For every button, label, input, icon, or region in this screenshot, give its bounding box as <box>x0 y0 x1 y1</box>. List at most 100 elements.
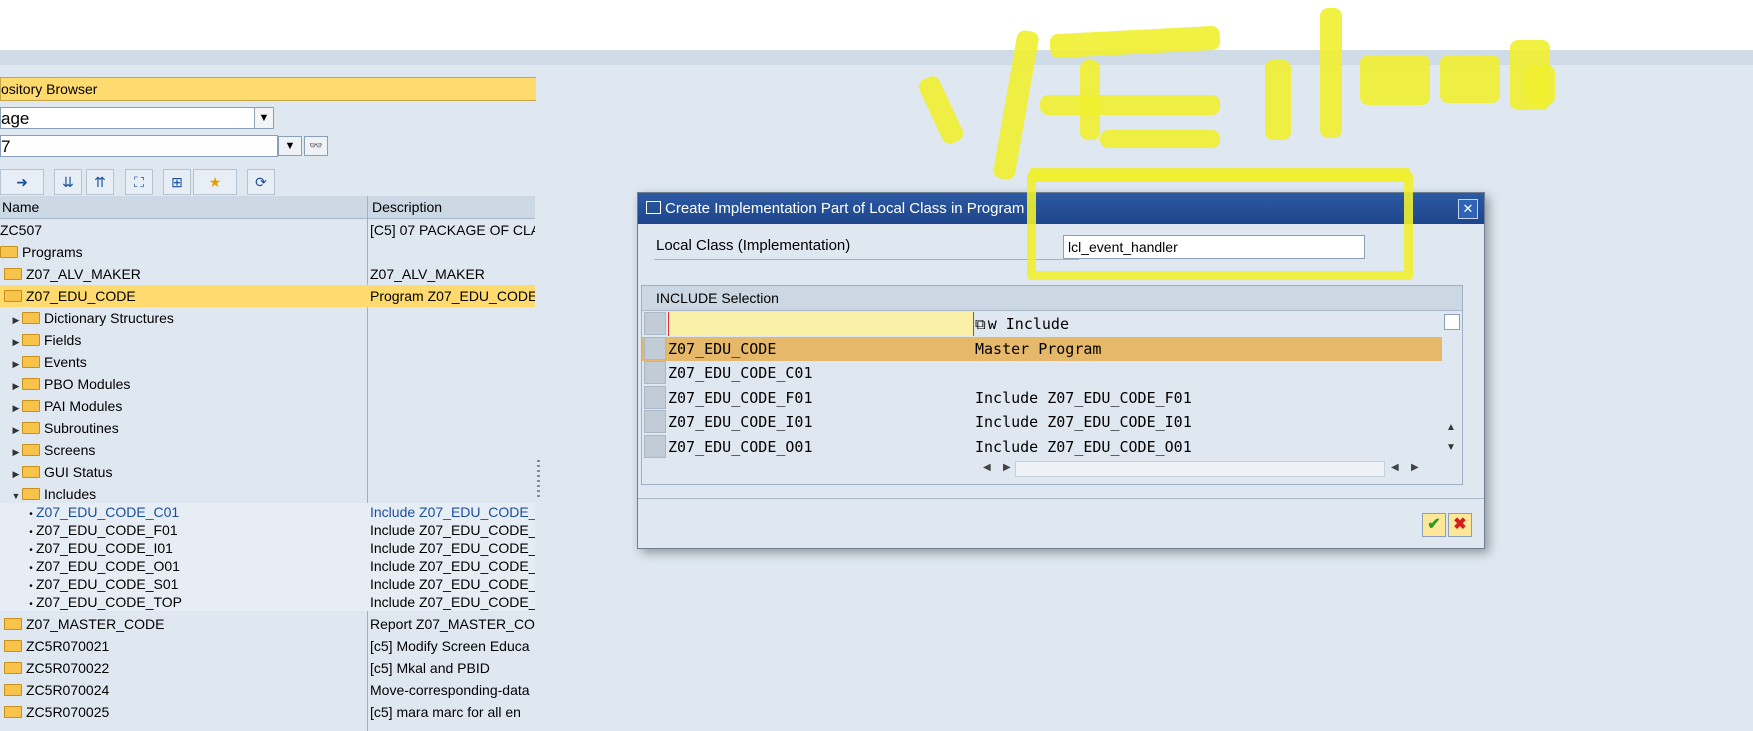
tree-row[interactable]: ▶ Screens <box>0 439 535 461</box>
include-row[interactable]: ⧉ w Include <box>642 312 1442 336</box>
scroll-left-icon[interactable]: ◀ <box>1391 458 1399 478</box>
close-icon[interactable]: ✕ <box>1458 199 1478 219</box>
object-type-select[interactable]: age ▼ <box>0 107 274 129</box>
folder-icon <box>22 334 40 346</box>
tree-row[interactable]: ZC5R070021 [c5] Modify Screen Educa <box>0 635 535 657</box>
tree-row[interactable]: ZC5R070024 Move-corresponding-data <box>0 679 535 701</box>
bullet-icon: • <box>29 509 33 520</box>
tree-row-description: Include Z07_EDU_CODE_ <box>370 594 535 610</box>
include-name-cell: Z07_EDU_CODE_O01 <box>668 437 813 456</box>
confirm-check-icon[interactable]: ✔ <box>1422 513 1446 537</box>
include-row[interactable]: Z07_EDU_CODE_C01 <box>642 361 1442 385</box>
tree-row[interactable]: ▶ Subroutines <box>0 417 535 439</box>
vertical-scrollbar[interactable]: ▲ ▼ <box>1442 312 1462 456</box>
collapsed-arrow-icon[interactable]: ▶ <box>10 463 22 483</box>
include-description-text: Master Program <box>975 339 1102 358</box>
highlight-stroke <box>1030 168 1410 182</box>
panel-splitter[interactable] <box>536 65 540 731</box>
scroll-track[interactable] <box>1015 461 1385 477</box>
tree-row[interactable]: ▶ PAI Modules <box>0 395 535 417</box>
include-row[interactable]: Z07_EDU_CODE Master Program <box>642 336 1442 361</box>
folder-icon <box>0 246 18 258</box>
tree-row-name: Z07_EDU_CODE_O01 <box>36 558 180 574</box>
tree-row-name: ZC507 <box>0 222 43 238</box>
tree-row[interactable]: Z07_EDU_CODE Program Z07_EDU_CODE <box>0 285 535 307</box>
collapsed-arrow-icon[interactable]: ▶ <box>10 397 22 417</box>
tree-row-name: Z07_EDU_CODE_C01 <box>36 504 180 520</box>
include-row[interactable]: Z07_EDU_CODE_I01 Include Z07_EDU_CODE_I01 <box>642 410 1442 434</box>
row-selector[interactable] <box>644 336 666 360</box>
tree-row[interactable]: • Z07_EDU_CODE_F01 Include Z07_EDU_CODE_ <box>0 521 535 539</box>
include-row[interactable]: Z07_EDU_CODE_O01 Include Z07_EDU_CODE_O01 <box>642 434 1442 459</box>
collapse-all-icon[interactable]: ⇈ <box>86 169 114 195</box>
splitter-grip[interactable] <box>537 460 540 500</box>
collapsed-arrow-icon[interactable]: ▶ <box>10 375 22 395</box>
tree-row-name: ZC5R070025 <box>26 704 110 720</box>
cancel-x-icon[interactable]: ✖ <box>1448 513 1472 537</box>
row-selector[interactable] <box>644 312 666 335</box>
collapsed-arrow-icon[interactable]: ▶ <box>10 419 22 439</box>
tree-row[interactable]: • Z07_EDU_CODE_I01 Include Z07_EDU_CODE_ <box>0 539 535 557</box>
row-selector[interactable] <box>644 361 666 384</box>
tree-header: Name Description <box>0 196 535 219</box>
tree-row[interactable]: Z07_MASTER_CODE Report Z07_MASTER_COI <box>0 613 535 635</box>
tree-row[interactable]: ▶ Dictionary Structures <box>0 307 535 329</box>
tree-row-name: Z07_EDU_CODE_TOP <box>36 594 183 610</box>
tree-row[interactable]: ▶ GUI Status <box>0 461 535 483</box>
refresh-icon[interactable]: ⟳ <box>247 169 275 195</box>
horizontal-scrollbar[interactable]: ◀ ▶ ◀ ▶ <box>975 458 1425 478</box>
collapsed-arrow-icon[interactable]: ▶ <box>10 441 22 461</box>
object-name-input[interactable]: 7 <box>0 135 278 157</box>
folder-icon <box>4 684 22 696</box>
tree-row[interactable]: • Z07_EDU_CODE_TOP Include Z07_EDU_CODE_ <box>0 593 535 611</box>
tree-row[interactable]: • Z07_EDU_CODE_C01 Include Z07_EDU_CODE_ <box>0 503 535 521</box>
hierarchy-icon[interactable]: ⊞ <box>163 169 191 195</box>
include-description-text: Include Z07_EDU_CODE_O01 <box>975 437 1192 456</box>
highlight-box <box>1027 172 1413 280</box>
tree-row[interactable]: Programs <box>0 241 535 263</box>
tree-row[interactable]: ZC5R070022 [c5] Mkal and PBID <box>0 657 535 679</box>
include-row[interactable]: Z07_EDU_CODE_F01 Include Z07_EDU_CODE_F01 <box>642 385 1442 410</box>
highlight-stroke <box>1265 60 1291 140</box>
tree-row[interactable]: ZC5R070025 [c5] mara marc for all en <box>0 701 535 723</box>
scroll-right-icon[interactable]: ▶ <box>1003 458 1011 478</box>
row-selector[interactable] <box>644 385 666 409</box>
collapsed-arrow-icon[interactable]: ▶ <box>10 331 22 351</box>
glasses-icon[interactable]: 👓 <box>304 136 328 156</box>
tree-row[interactable]: ▶ PBO Modules <box>0 373 535 395</box>
chevron-down-icon[interactable]: ▼ <box>254 108 273 128</box>
column-name-header[interactable]: Name <box>0 196 39 218</box>
forward-arrow-icon[interactable]: ➜ <box>0 169 44 195</box>
tree-row[interactable]: ▶ Events <box>0 351 535 373</box>
row-selector[interactable] <box>644 410 666 433</box>
expand-all-icon[interactable]: ⇊ <box>54 169 82 195</box>
scroll-down-icon[interactable]: ▼ <box>1446 442 1456 453</box>
bullet-icon: • <box>29 545 33 556</box>
new-include-name-input[interactable] <box>668 312 974 336</box>
tree-row-description: Z07_ALV_MAKER <box>370 266 485 282</box>
tree-row[interactable]: • Z07_EDU_CODE_S01 Include Z07_EDU_CODE_ <box>0 575 535 593</box>
collapsed-arrow-icon[interactable]: ▶ <box>10 309 22 329</box>
tree-row[interactable]: ZC507 [C5] 07 PACKAGE OF CLA <box>0 219 535 241</box>
bullet-icon: • <box>29 599 33 610</box>
scroll-up-icon[interactable]: ▲ <box>1446 422 1456 433</box>
tree-row[interactable]: • Z07_EDU_CODE_O01 Include Z07_EDU_CODE_ <box>0 557 535 575</box>
row-selector[interactable] <box>644 434 666 458</box>
tree-row[interactable]: Z07_ALV_MAKER Z07_ALV_MAKER <box>0 263 535 285</box>
tree-row-name: ZC5R070024 <box>26 682 110 698</box>
dialog-title: Create Implementation Part of Local Clas… <box>665 200 1025 217</box>
expanded-arrow-icon[interactable]: ▼ <box>10 485 22 505</box>
favorites-star-icon[interactable]: ★ <box>193 169 237 195</box>
column-settings-icon[interactable] <box>1444 314 1460 330</box>
scroll-left-icon[interactable]: ◀ <box>983 458 991 478</box>
tree-row[interactable]: ▶ Fields <box>0 329 535 351</box>
tree-row-name: Programs <box>22 244 83 260</box>
tree-row[interactable]: ▼ Includes <box>0 483 535 505</box>
tree-row-name: Screens <box>44 442 96 458</box>
value-help-icon[interactable]: ⧉ <box>975 315 986 333</box>
collapsed-arrow-icon[interactable]: ▶ <box>10 353 22 373</box>
binoculars-icon[interactable]: ⛶ <box>125 169 153 195</box>
scroll-right-icon[interactable]: ▶ <box>1411 458 1419 478</box>
dropdown-arrow-icon[interactable]: ▼ <box>278 136 302 156</box>
column-description-header[interactable]: Description <box>370 196 442 218</box>
